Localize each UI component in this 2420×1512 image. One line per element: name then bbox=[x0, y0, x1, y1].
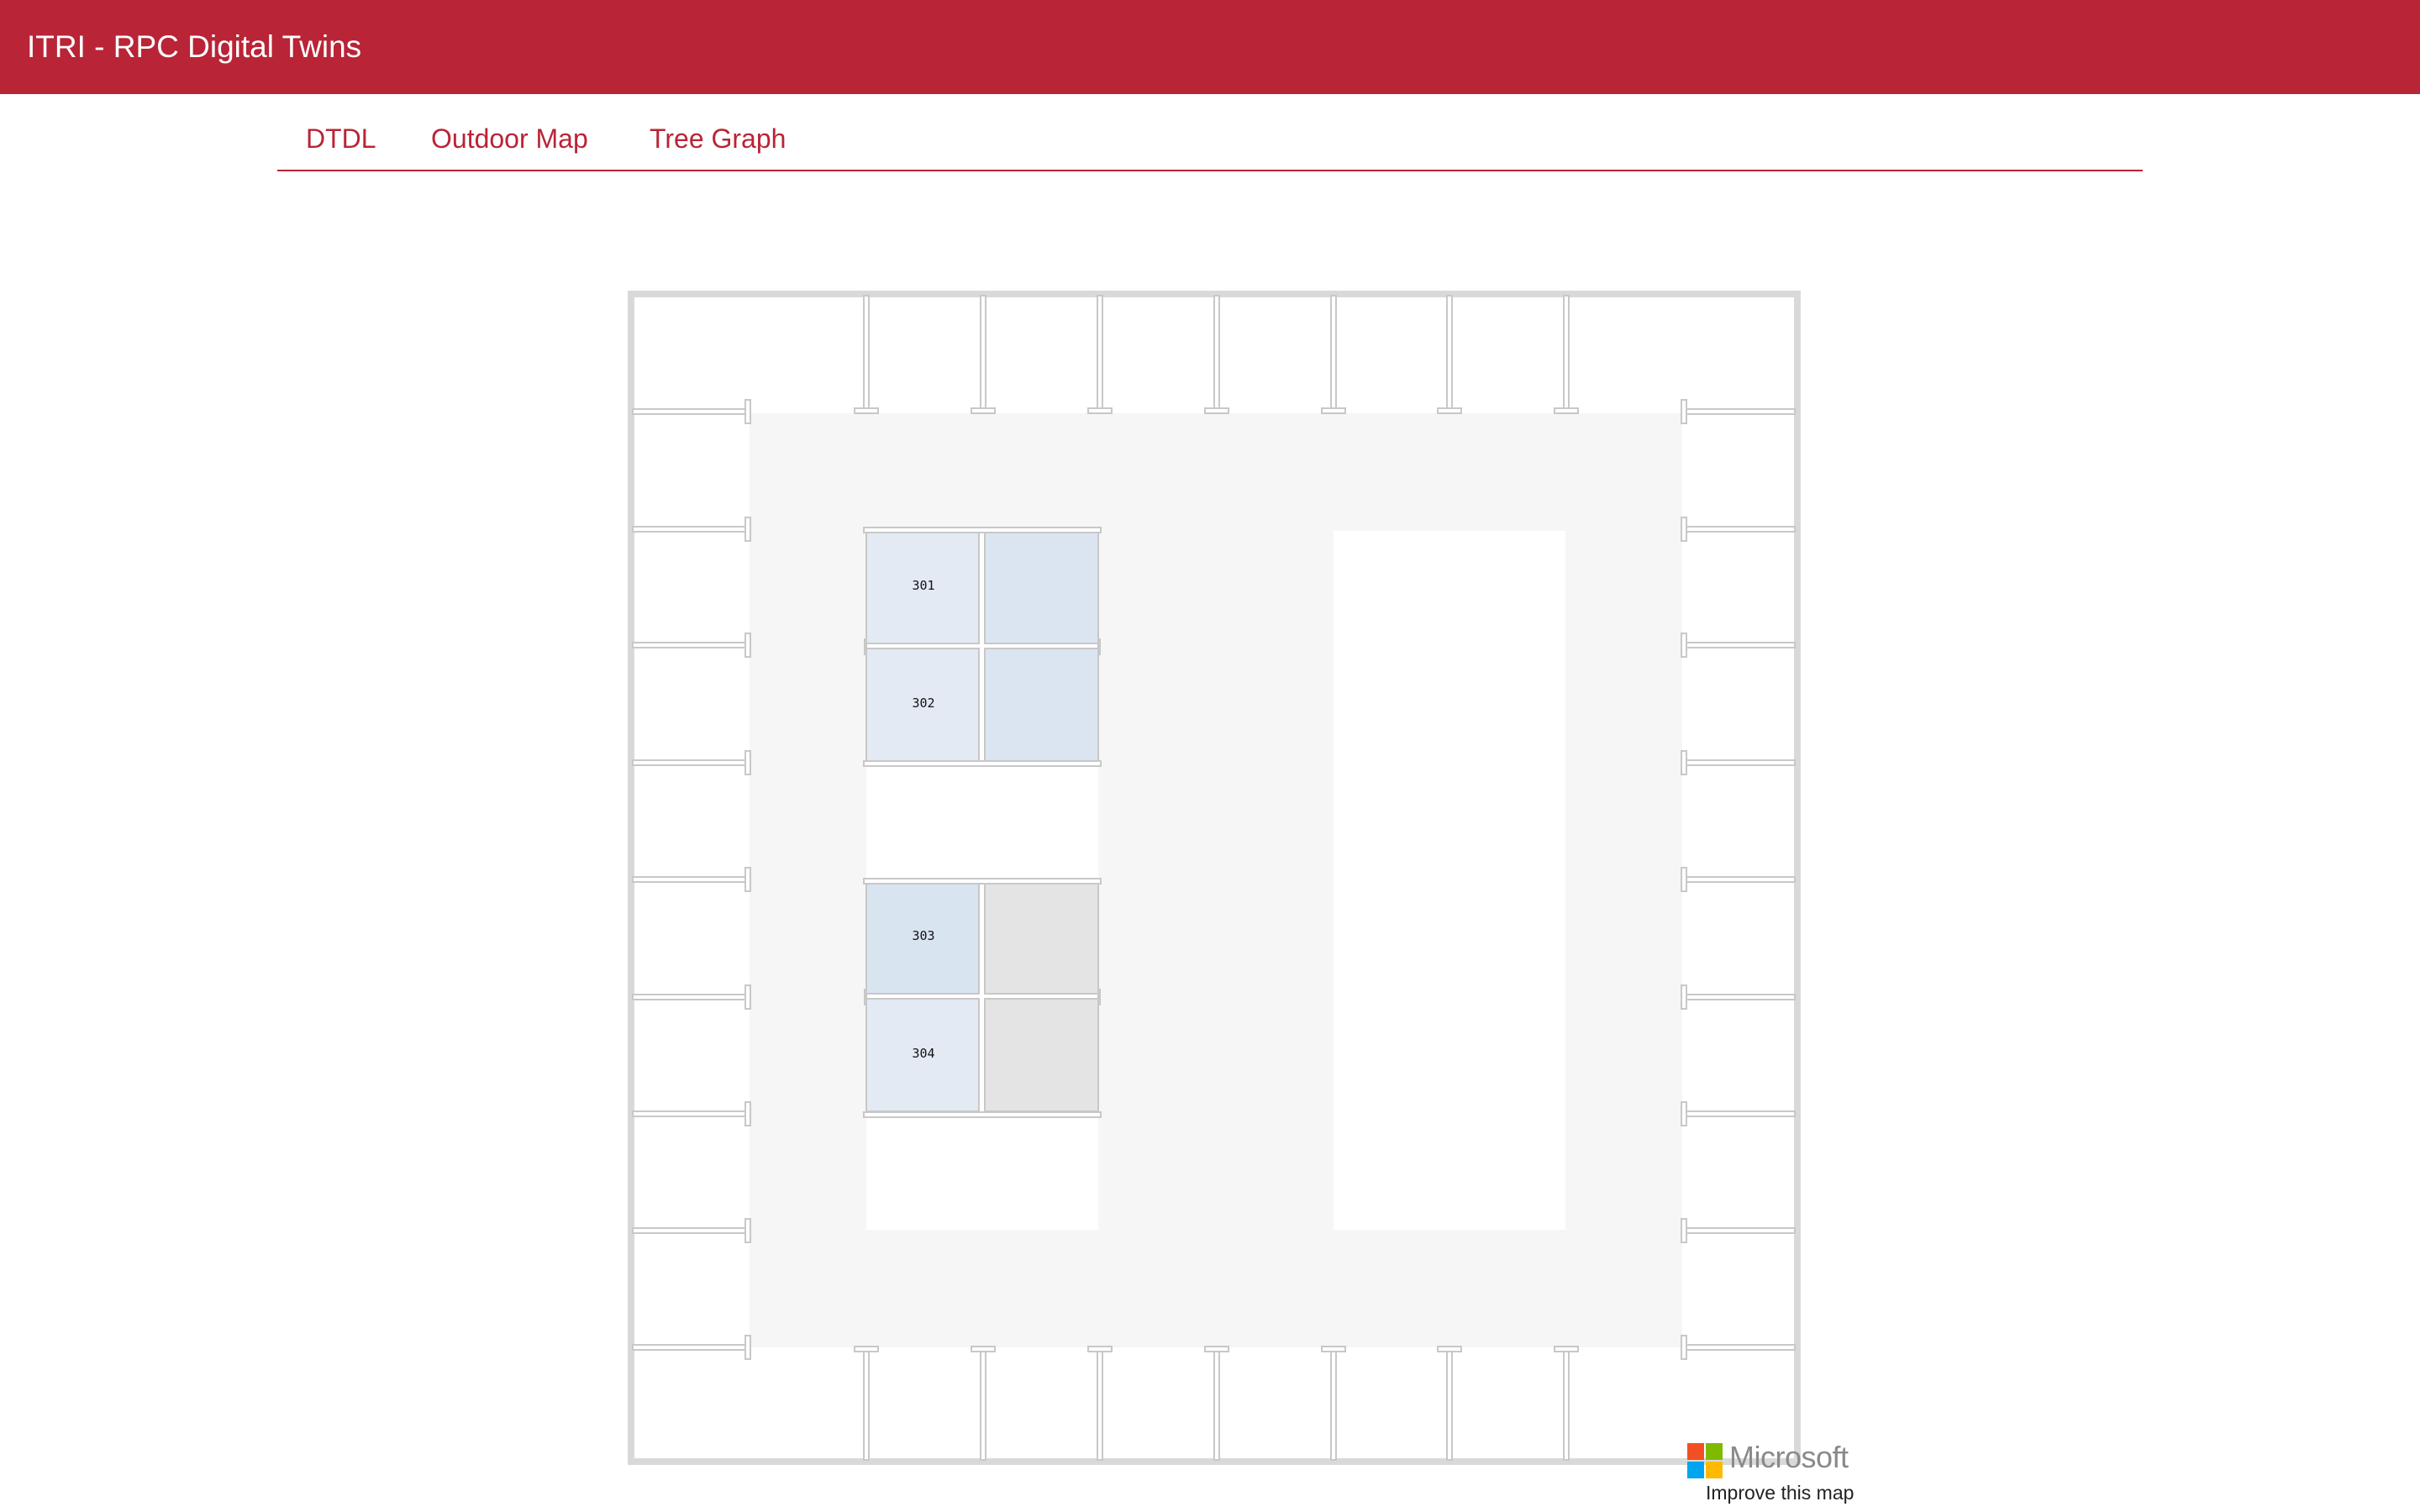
wall-stub-left bbox=[632, 1110, 750, 1117]
wall-stub-left bbox=[632, 526, 750, 533]
wall-stub-bottom bbox=[1213, 1347, 1220, 1461]
wall-stub-top bbox=[1097, 295, 1103, 412]
wall-stub-left bbox=[632, 642, 750, 648]
improve-map-link[interactable]: Improve this map bbox=[1706, 1482, 1854, 1504]
room-label: 301 bbox=[912, 578, 934, 593]
wall-stub-bottom bbox=[1097, 1347, 1103, 1461]
room-adjacent bbox=[984, 530, 1099, 644]
wall-stub-top bbox=[1563, 295, 1570, 412]
wall-stub-right bbox=[1682, 408, 1796, 415]
wall-cap-right bbox=[1681, 1101, 1687, 1126]
wall-stub-left bbox=[632, 1227, 750, 1234]
partition-tick bbox=[1097, 638, 1101, 655]
room-adjacent bbox=[984, 880, 1099, 995]
top-navbar: ITRI - RPC Digital Twins bbox=[0, 0, 2420, 94]
map-attribution-brand: Microsoft bbox=[1729, 1440, 1849, 1474]
wall-stub-right bbox=[1682, 759, 1796, 766]
wall-stub-right bbox=[1682, 526, 1796, 533]
wall-cap-top bbox=[1554, 407, 1579, 414]
wall-stub-right bbox=[1682, 1110, 1796, 1117]
room-adjacent bbox=[984, 998, 1099, 1112]
wall-stub-left bbox=[632, 876, 750, 883]
floor-plan-map[interactable]: 301 302 303 304 bbox=[622, 286, 1815, 1478]
tab-tree-graph[interactable]: Tree Graph bbox=[650, 94, 786, 170]
partition-tick bbox=[864, 638, 867, 655]
wall-stub-bottom bbox=[863, 1347, 870, 1461]
wall-stub-right bbox=[1682, 642, 1796, 648]
tab-dtdl[interactable]: DTDL bbox=[306, 94, 376, 170]
wall-cap-left bbox=[744, 399, 751, 424]
wall-stub-bottom bbox=[1446, 1347, 1453, 1461]
wall-cap-left bbox=[744, 517, 751, 542]
wall-stub-bottom bbox=[980, 1347, 986, 1461]
partition-wall bbox=[863, 527, 1102, 533]
wall-cap-bottom bbox=[971, 1346, 996, 1352]
wall-cap-bottom bbox=[1321, 1346, 1346, 1352]
wall-cap-left bbox=[744, 633, 751, 658]
partition-wall bbox=[863, 878, 1102, 885]
wall-stub-right bbox=[1682, 876, 1796, 883]
tab-outdoor-map[interactable]: Outdoor Map bbox=[431, 94, 588, 170]
wall-cap-left bbox=[744, 1101, 751, 1126]
wall-cap-right bbox=[1681, 1218, 1687, 1243]
wall-cap-right bbox=[1681, 867, 1687, 892]
wall-stub-right bbox=[1682, 994, 1796, 1000]
wall-cap-bottom bbox=[1437, 1346, 1462, 1352]
wall-cap-right bbox=[1681, 984, 1687, 1010]
room-adjacent bbox=[984, 648, 1099, 762]
wall-cap-top bbox=[971, 407, 996, 414]
room-label: 302 bbox=[912, 696, 934, 711]
wall-stub-top bbox=[980, 295, 986, 412]
wall-stub-top bbox=[1213, 295, 1220, 412]
wall-cap-right bbox=[1681, 1335, 1687, 1360]
wall-cap-right bbox=[1681, 633, 1687, 658]
wall-cap-top bbox=[1204, 407, 1229, 414]
wall-stub-bottom bbox=[1563, 1347, 1570, 1461]
wall-cap-top bbox=[1087, 407, 1113, 414]
wall-stub-left bbox=[632, 759, 750, 766]
wall-cap-right bbox=[1681, 399, 1687, 424]
wall-cap-bottom bbox=[1204, 1346, 1229, 1352]
wall-stub-left bbox=[632, 408, 750, 415]
wall-stub-right bbox=[1682, 1227, 1796, 1234]
wall-stub-left bbox=[632, 1344, 750, 1351]
partition-wall bbox=[863, 760, 1102, 767]
wall-cap-bottom bbox=[1554, 1346, 1579, 1352]
wall-cap-left bbox=[744, 1335, 751, 1360]
wall-cap-top bbox=[1321, 407, 1346, 414]
wall-cap-left bbox=[744, 984, 751, 1010]
wall-cap-top bbox=[854, 407, 879, 414]
tab-bar: DTDL Outdoor Map Tree Graph bbox=[277, 94, 2143, 171]
wall-cap-left bbox=[744, 750, 751, 775]
wall-cap-left bbox=[744, 867, 751, 892]
microsoft-logo-icon bbox=[1687, 1443, 1723, 1478]
wall-cap-top bbox=[1437, 407, 1462, 414]
partition-wall bbox=[863, 1111, 1102, 1118]
wall-cap-bottom bbox=[854, 1346, 879, 1352]
inner-block-right bbox=[1334, 531, 1565, 1230]
wall-stub-bottom bbox=[1330, 1347, 1337, 1461]
wall-stub-top bbox=[1446, 295, 1453, 412]
wall-cap-right bbox=[1681, 517, 1687, 542]
wall-stub-top bbox=[1330, 295, 1337, 412]
wall-cap-right bbox=[1681, 750, 1687, 775]
partition-tick bbox=[1097, 989, 1101, 1005]
room-label: 304 bbox=[912, 1046, 934, 1061]
wall-cap-bottom bbox=[1087, 1346, 1113, 1352]
app-title: ITRI - RPC Digital Twins bbox=[27, 29, 362, 64]
wall-stub-top bbox=[863, 295, 870, 412]
wall-stub-left bbox=[632, 994, 750, 1000]
wall-cap-left bbox=[744, 1218, 751, 1243]
room-label: 303 bbox=[912, 928, 934, 943]
partition-tick bbox=[864, 989, 867, 1005]
wall-stub-right bbox=[1682, 1344, 1796, 1351]
